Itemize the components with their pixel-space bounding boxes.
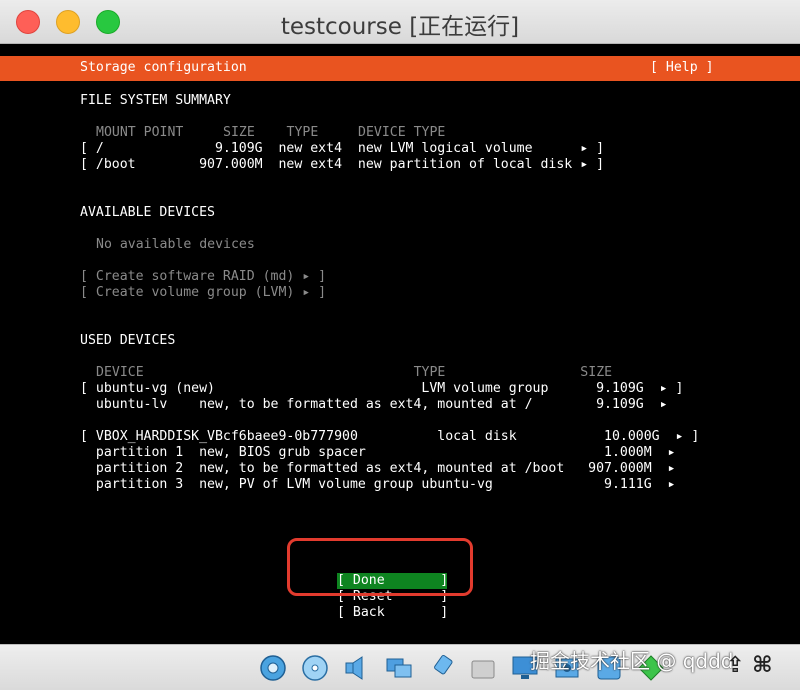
used-row-ubuntu-lv[interactable]: ubuntu-lv new, to be formatted as ext4, … [80, 397, 668, 413]
window-titlebar: testcourse [正在运行] [0, 0, 800, 44]
shared-folder-icon[interactable] [468, 653, 498, 683]
create-raid-button[interactable]: [ Create software RAID (md) ▸ ] [80, 269, 326, 285]
usb-icon[interactable] [426, 653, 456, 683]
vm-status-bar: 掘金技术社区 @ qddd ⇪ ⌘ [0, 644, 800, 690]
used-row-partition-2[interactable]: partition 2 new, to be formatted as ext4… [80, 461, 676, 477]
header-title: Storage configuration [80, 60, 247, 75]
watermark-text: 掘金技术社区 @ qddd [530, 649, 734, 673]
used-devices-columns: DEVICE TYPE SIZE [96, 365, 613, 380]
used-row-partition-1[interactable]: partition 1 new, BIOS grub spacer 1.000M… [80, 445, 676, 461]
used-row-harddisk[interactable]: [ VBOX_HARDDISK_VBcf6baee9-0b777900 loca… [80, 429, 699, 445]
used-row-ubuntu-vg[interactable]: [ ubuntu-vg (new) LVM volume group 9.109… [80, 381, 683, 397]
fs-summary-heading: FILE SYSTEM SUMMARY [80, 93, 231, 108]
help-button[interactable]: [ Help ] [650, 60, 714, 76]
optical-disk-icon[interactable] [300, 653, 330, 683]
audio-icon[interactable] [342, 653, 372, 683]
fs-summary-columns: MOUNT POINT SIZE TYPE DEVICE TYPE [96, 125, 446, 140]
available-devices-heading: AVAILABLE DEVICES [80, 205, 215, 220]
no-available-devices: No available devices [96, 237, 255, 252]
vm-screen[interactable]: Storage configuration [ Help ] FILE SYST… [0, 44, 800, 644]
host-key-indicator: ⇪ ⌘ [726, 653, 773, 678]
used-row-partition-3[interactable]: partition 3 new, PV of LVM volume group … [80, 477, 676, 493]
fs-row-root[interactable]: [ / 9.109G new ext4 new LVM logical volu… [80, 141, 604, 157]
create-volume-group-button[interactable]: [ Create volume group (LVM) ▸ ] [80, 285, 326, 301]
annotation-highlight-box [287, 538, 473, 596]
used-devices-heading: USED DEVICES [80, 333, 176, 348]
back-button[interactable]: [ Back ] [337, 605, 448, 621]
hard-disk-icon[interactable] [258, 653, 288, 683]
window-title: testcourse [正在运行] [280, 14, 520, 40]
fs-row-boot[interactable]: [ /boot 907.000M new ext4 new partition … [80, 157, 604, 173]
network-icon[interactable] [384, 653, 414, 683]
installer-header: Storage configuration [ Help ] [0, 56, 800, 81]
